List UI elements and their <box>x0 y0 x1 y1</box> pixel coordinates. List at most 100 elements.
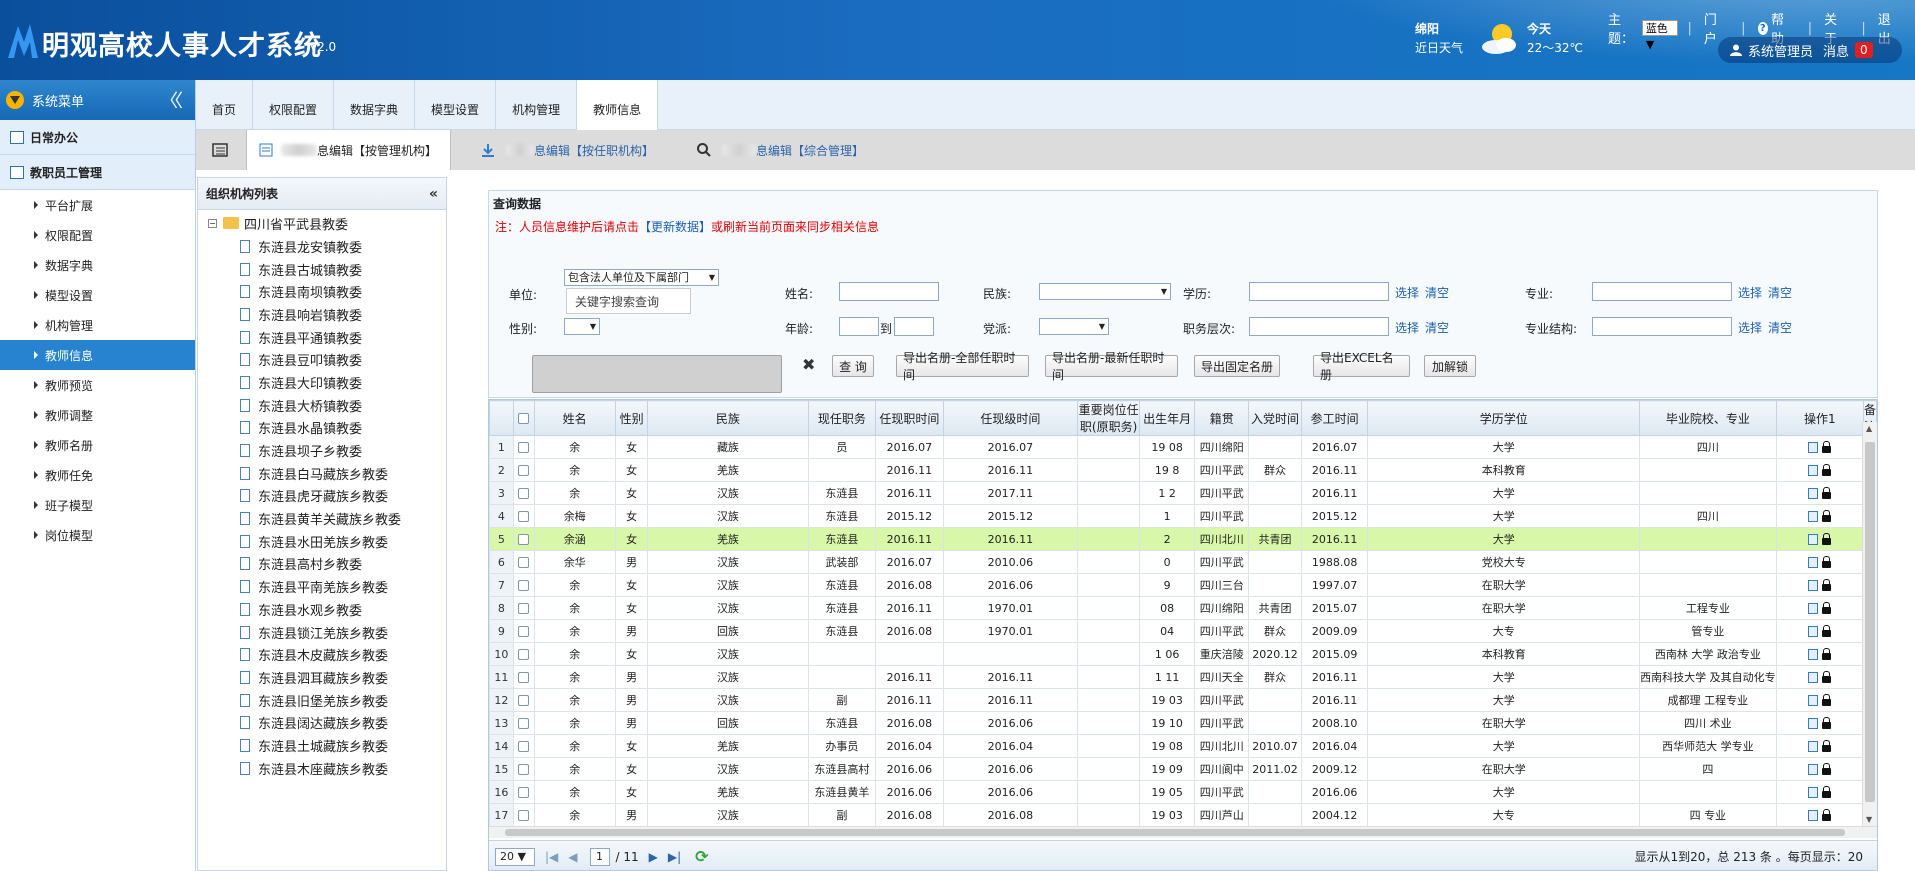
sidebar-item[interactable]: 教师预览 <box>0 370 195 400</box>
column-header[interactable]: 出生年月 <box>1138 400 1196 436</box>
row-actions[interactable] <box>1775 481 1864 505</box>
checkbox[interactable] <box>518 764 530 775</box>
org-tree-item[interactable]: 东涟县龙安镇教委 <box>240 235 401 258</box>
row-actions[interactable] <box>1775 596 1864 620</box>
rank-input[interactable] <box>1249 317 1389 336</box>
rank-select-link[interactable]: 选择 <box>1395 319 1419 336</box>
edit-icon[interactable] <box>1808 488 1819 499</box>
main-tab[interactable]: 数据字典 <box>334 80 416 130</box>
row-checkbox-cell[interactable] <box>512 481 535 505</box>
sidebar-collapse-icon[interactable]: 〈〈 <box>160 87 183 113</box>
org-tree-item[interactable]: 东涟县大印镇教委 <box>240 371 401 394</box>
message-label[interactable]: 消息 <box>1823 41 1849 60</box>
table-row[interactable]: 3 余女汉族 东涟县 2016.11 2017.11 1 2 四川平武 2016.11 大学 <box>489 481 1877 505</box>
lock-icon[interactable] <box>1822 670 1832 683</box>
edit-icon[interactable] <box>1808 695 1819 706</box>
row-checkbox-cell[interactable] <box>512 734 535 758</box>
lock-icon[interactable] <box>1822 762 1832 775</box>
checkbox[interactable] <box>518 603 530 614</box>
checkbox[interactable] <box>518 488 530 499</box>
column-header[interactable]: 性别 <box>614 400 649 436</box>
row-actions[interactable] <box>1775 688 1864 712</box>
sidebar-item[interactable]: 教师任免 <box>0 460 195 490</box>
row-checkbox-cell[interactable] <box>512 527 535 551</box>
column-header[interactable]: 民族 <box>647 400 809 436</box>
lock-icon[interactable] <box>1822 509 1832 522</box>
lock-icon[interactable] <box>1822 532 1832 545</box>
org-tree-item[interactable]: 东涟县响岩镇教委 <box>240 303 401 326</box>
update-data-link[interactable]: 【更新数据】 <box>639 220 711 234</box>
lock-icon[interactable] <box>1822 716 1832 729</box>
checkbox[interactable] <box>518 649 530 660</box>
row-actions[interactable] <box>1775 527 1864 551</box>
edit-icon[interactable] <box>1808 465 1819 476</box>
org-tree-item[interactable]: 东涟县南坝镇教委 <box>240 280 401 303</box>
row-checkbox-cell[interactable] <box>512 504 535 528</box>
org-tree-item[interactable]: 东涟县阔达藏族乡教委 <box>240 711 401 734</box>
row-actions[interactable] <box>1775 757 1864 781</box>
main-tab[interactable]: 机构管理 <box>496 80 578 130</box>
sidebar-section-daily[interactable]: 日常办公 <box>0 120 195 155</box>
sidebar-item[interactable]: 平台扩展 <box>0 190 195 220</box>
refresh-icon[interactable]: ⟳ <box>695 847 708 866</box>
export-excel-button[interactable]: 导出EXCEL名册 <box>1313 351 1410 382</box>
column-header[interactable]: 入党时间 <box>1248 400 1302 436</box>
major-clear-link[interactable]: 清空 <box>1768 284 1792 301</box>
org-tree-item[interactable]: 东涟县锁江羌族乡教委 <box>240 621 401 644</box>
user-box[interactable]: 系统管理员 消息 0 <box>1718 37 1902 63</box>
sidebar-item[interactable]: 教师名册 <box>0 430 195 460</box>
gender-select[interactable] <box>564 318 600 335</box>
row-checkbox-cell[interactable] <box>512 596 535 620</box>
row-actions[interactable] <box>1775 458 1864 482</box>
major-input[interactable] <box>1592 282 1732 301</box>
major-select-link[interactable]: 选择 <box>1738 284 1762 301</box>
sidebar-item[interactable]: 班子模型 <box>0 490 195 520</box>
edit-icon[interactable] <box>1808 718 1819 729</box>
education-select-link[interactable]: 选择 <box>1395 284 1419 301</box>
checkbox[interactable] <box>518 534 530 545</box>
row-actions[interactable] <box>1775 619 1864 643</box>
edit-icon[interactable] <box>1808 442 1819 453</box>
org-tree-item[interactable]: 东涟县木皮藏族乡教委 <box>240 643 401 666</box>
row-actions[interactable] <box>1775 803 1864 827</box>
org-tree-item[interactable]: 东涟县豆叩镇教委 <box>240 348 401 371</box>
sidebar-item[interactable]: 模型设置 <box>0 280 195 310</box>
table-row[interactable]: 9 余男回族 东涟县 2016.08 1970.01 04 四川平武 群众 2009.09 大专管… <box>489 619 1877 643</box>
checkbox[interactable] <box>518 787 530 798</box>
main-tab[interactable]: 模型设置 <box>415 80 497 130</box>
ethnic-select[interactable] <box>1039 283 1171 300</box>
major-structure-input[interactable] <box>1592 317 1732 336</box>
edit-icon[interactable] <box>1808 672 1819 683</box>
lock-icon[interactable] <box>1822 440 1832 453</box>
edit-icon[interactable] <box>1808 649 1819 660</box>
page-size-select[interactable]: 20 ▼ <box>495 847 535 866</box>
org-tree-item[interactable]: 东涟县泗耳藏族乡教委 <box>240 666 401 689</box>
table-row[interactable]: 4 余梅女汉族 东涟县 2015.12 2015.12 1 四川平武 2015.12 大学 四川 <box>489 504 1877 528</box>
row-checkbox-cell[interactable] <box>512 803 535 827</box>
theme-select[interactable]: 蓝色 ▼ <box>1641 20 1678 51</box>
table-row[interactable]: 12 余男汉族副 2016.11 2016.11 19 03 四川平武 2016.11 大学成… <box>489 688 1877 712</box>
vertical-scrollbar[interactable]: ▲ ▼ <box>1862 422 1877 826</box>
education-input[interactable] <box>1249 282 1389 301</box>
column-header[interactable]: 姓名 <box>533 400 616 436</box>
org-tree-item[interactable]: 东涟县旧堡羌族乡教委 <box>240 689 401 712</box>
checkbox[interactable] <box>518 511 530 522</box>
column-header[interactable]: 学历学位 <box>1367 400 1641 436</box>
edit-icon[interactable] <box>1808 557 1819 568</box>
lock-icon[interactable] <box>1822 486 1832 499</box>
table-row[interactable]: 6 余华男汉族 武装部 2016.07 2010.06 0 四川平武 1988.08 党校大专 <box>489 550 1877 574</box>
row-checkbox-cell[interactable] <box>512 780 535 804</box>
sidebar-item[interactable]: 权限配置 <box>0 220 195 250</box>
row-actions[interactable] <box>1775 780 1864 804</box>
column-header[interactable]: 任现职时间 <box>875 400 944 436</box>
row-actions[interactable] <box>1775 734 1864 758</box>
row-actions[interactable] <box>1775 573 1864 597</box>
row-checkbox-cell[interactable] <box>512 688 535 712</box>
list-view-icon[interactable] <box>212 142 228 158</box>
table-row[interactable]: 16 余女羌族 东涟县黄羊 2016.06 2016.06 19 05 四川平武 2016.0… <box>489 780 1877 804</box>
org-tree-item[interactable]: 东涟县古城镇教委 <box>240 258 401 281</box>
sidebar-item[interactable]: 教师信息 <box>0 340 195 370</box>
column-header[interactable]: 参工时间 <box>1300 400 1369 436</box>
checkbox[interactable] <box>518 741 530 752</box>
export-latest-button[interactable]: 导出名册-最新任职时间 <box>1045 351 1178 382</box>
